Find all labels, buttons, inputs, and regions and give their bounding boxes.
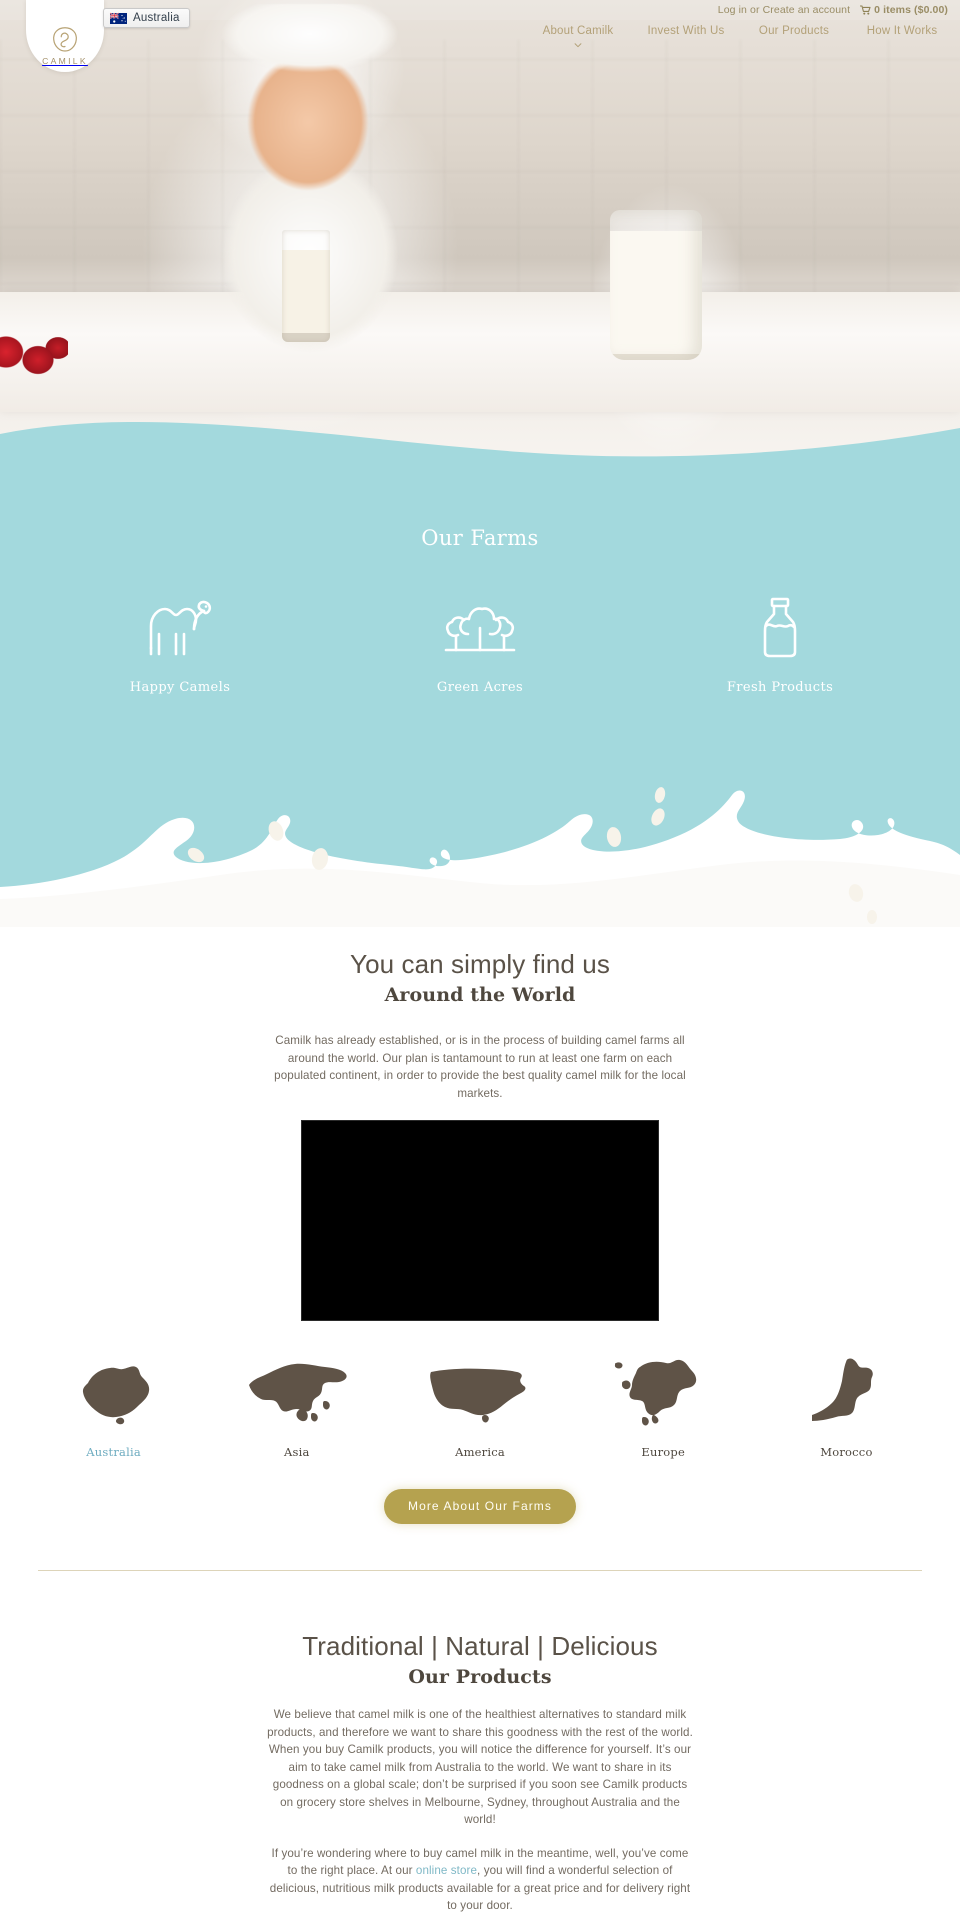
products-paragraph-2: If you’re wondering where to buy camel m… (265, 1845, 695, 1915)
region-america[interactable]: America (388, 1353, 571, 1459)
nav-item-about-camilk[interactable]: About Camilk (524, 18, 632, 50)
world-heading-line1: You can simply find us (350, 949, 610, 979)
asia-map-icon (248, 1363, 347, 1422)
region-map-wrap (241, 1353, 353, 1433)
hero-section: Log in or Create an account 0 items ($0.… (0, 0, 960, 470)
farm-card-icon-wrap (142, 594, 218, 660)
nav-label: About Camilk (542, 25, 614, 37)
region-selector: Australia Asia America Europe Morocco (0, 1353, 960, 1459)
america-map-icon (430, 1368, 526, 1423)
logo-wordmark: CAMILK (42, 56, 88, 66)
cart-link[interactable]: 0 items ($0.00) (860, 4, 948, 16)
region-asia[interactable]: Asia (205, 1353, 388, 1459)
hero-milk-jug (610, 210, 702, 360)
milk-bottle-icon (763, 597, 797, 658)
products-paragraph-1: We believe that camel milk is one of the… (267, 1708, 693, 1826)
milk-splash-graphic (0, 787, 960, 927)
farm-cards: Happy Camels Green Acres Fresh Products (0, 594, 960, 695)
page-root: Log in or Create an account 0 items ($0.… (0, 0, 960, 1921)
nav-item-invest-with-us[interactable]: Invest With Us (632, 18, 740, 39)
products-heading-line2: Our Products (408, 1666, 552, 1688)
around-the-world-section: You can simply find us Around the World … (0, 927, 960, 1571)
hero-strawberries (0, 336, 68, 378)
region-map-wrap (610, 1353, 716, 1433)
chevron-down-icon (574, 43, 582, 48)
region-label: Morocco (820, 1445, 873, 1459)
farm-card-label: Happy Camels (129, 680, 231, 695)
country-selector[interactable]: Australia (103, 8, 190, 28)
hero-milk-glass (282, 230, 330, 342)
login-link[interactable]: Log in (718, 4, 747, 16)
world-paragraph: Camilk has already established, or is in… (274, 1034, 686, 1100)
cart-label: 0 items ($0.00) (874, 4, 948, 16)
farms-heading: Our Farms (421, 526, 539, 550)
our-farms-section: Our Farms Happy Camels Green Acres Fresh… (0, 421, 960, 927)
region-label: Australia (86, 1445, 141, 1459)
nav-item-our-products[interactable]: Our Products (740, 18, 848, 39)
farm-card-label: Fresh Products (726, 680, 834, 695)
online-store-link[interactable]: online store (416, 1864, 477, 1877)
europe-map-icon (615, 1359, 697, 1426)
region-map-wrap (70, 1353, 158, 1433)
world-heading-line2: Around the World (384, 984, 576, 1006)
or-label: or (750, 4, 760, 16)
products-heading-line1: Traditional | Natural | Delicious (302, 1631, 658, 1661)
country-label: Australia (133, 12, 180, 24)
region-map-wrap (425, 1353, 535, 1433)
farm-card-icon-wrap (757, 594, 803, 660)
region-europe[interactable]: Europe (572, 1353, 755, 1459)
cta-wrap: More About Our Farms (0, 1489, 960, 1524)
region-australia[interactable]: Australia (22, 1353, 205, 1459)
region-label: Europe (641, 1445, 685, 1459)
farm-card-green-acres[interactable]: Green Acres (330, 594, 630, 695)
video-player[interactable] (301, 1120, 659, 1321)
trees-icon (444, 607, 516, 652)
our-products-section: Traditional | Natural | Delicious Our Pr… (0, 1571, 960, 1921)
farm-card-fresh-products[interactable]: Fresh Products (630, 594, 930, 695)
shopping-cart-icon (860, 5, 871, 15)
region-map-wrap (802, 1353, 890, 1433)
camel-icon (149, 600, 212, 656)
region-morocco[interactable]: Morocco (755, 1353, 938, 1459)
more-about-our-farms-button[interactable]: More About Our Farms (383, 1489, 577, 1524)
wave-divider-top (0, 421, 960, 472)
camel-head-logo-icon (53, 27, 77, 52)
account-links: Log in or Create an account (718, 4, 850, 16)
farm-card-happy-camels[interactable]: Happy Camels (30, 594, 330, 695)
farm-card-label: Green Acres (436, 680, 524, 695)
region-label: Asia (284, 1445, 310, 1459)
australia-map-icon (82, 1366, 149, 1425)
region-label: America (455, 1445, 505, 1459)
farm-card-icon-wrap (438, 594, 522, 660)
morocco-map-icon (812, 1358, 874, 1421)
nav-item-how-it-works[interactable]: How It Works (848, 18, 956, 39)
australia-flag-icon (109, 11, 127, 24)
hero-countertop (0, 292, 960, 412)
create-account-link[interactable]: Create an account (763, 4, 851, 16)
